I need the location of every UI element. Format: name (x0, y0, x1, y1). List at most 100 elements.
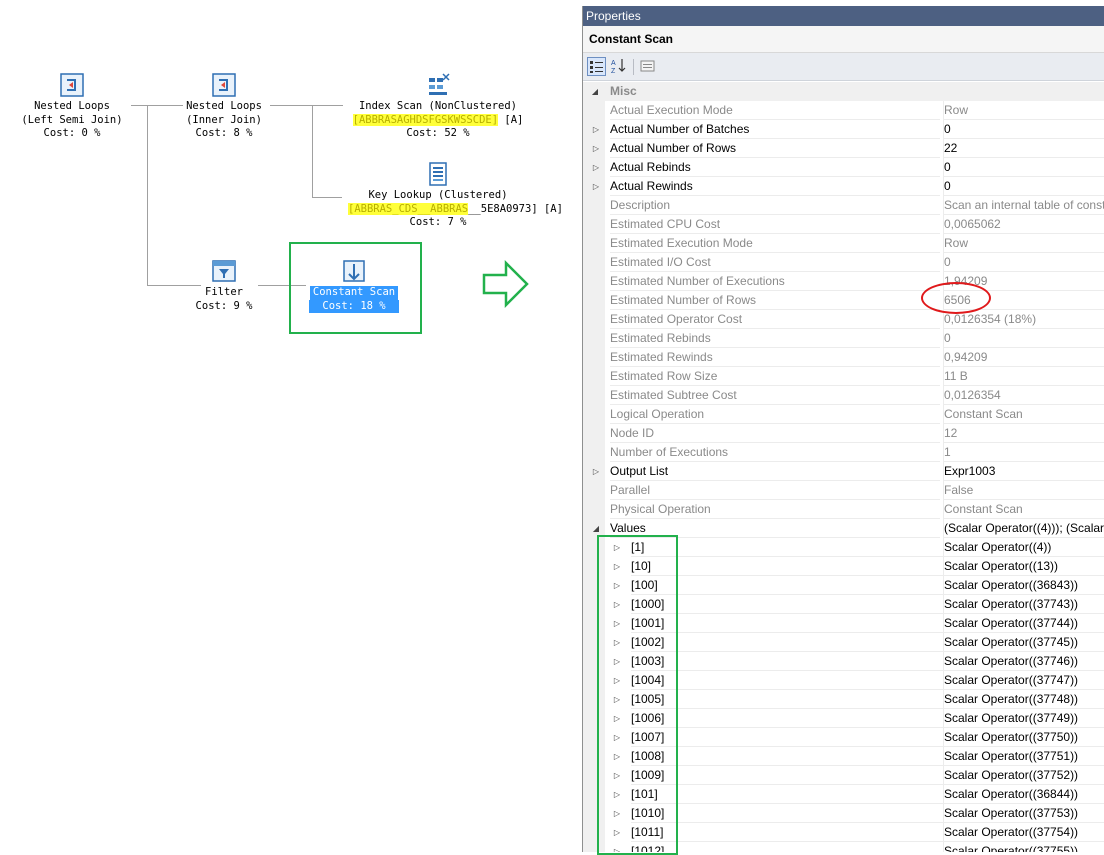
property-value[interactable]: 0,0126354 (943, 386, 1104, 405)
property-value[interactable]: 12 (943, 424, 1104, 443)
property-value[interactable]: 0 (943, 158, 1104, 177)
property-row[interactable]: Actual Execution Mode Row (583, 101, 1104, 120)
node-object: [ABBRASAGHDSFGSKWSSCDE] [A] (348, 113, 528, 128)
category-misc[interactable]: ◢ Misc (583, 82, 1104, 101)
property-value[interactable]: 0 (943, 177, 1104, 196)
property-value[interactable]: Row (943, 234, 1104, 253)
property-value[interactable]: Scalar Operator((37755)) (943, 842, 1104, 852)
property-value[interactable]: 1 (943, 443, 1104, 462)
categorized-icon (590, 61, 603, 73)
property-name: Estimated Operator Cost (610, 310, 940, 329)
property-value[interactable]: Scan an internal table of constants. (943, 196, 1104, 215)
property-name: [1001] (631, 614, 961, 633)
property-value[interactable]: False (943, 481, 1104, 500)
row-gutter (583, 405, 605, 424)
property-row[interactable]: Estimated Execution Mode Row (583, 234, 1104, 253)
plan-node-nested-loops-inner[interactable]: Nested Loops (Inner Join) Cost: 8 % (134, 72, 314, 141)
property-row[interactable]: Estimated Row Size 11 B (583, 367, 1104, 386)
row-gutter (583, 196, 605, 215)
property-row[interactable]: Estimated Subtree Cost 0,0126354 (583, 386, 1104, 405)
property-row[interactable]: Node ID 12 (583, 424, 1104, 443)
expand-icon[interactable]: ▷ (591, 120, 601, 139)
property-row[interactable]: Estimated CPU Cost 0,0065062 (583, 215, 1104, 234)
properties-title-bar[interactable]: Properties (583, 6, 1104, 26)
selected-object-name[interactable]: Constant Scan (583, 26, 1104, 53)
expand-icon[interactable]: ▷ (591, 158, 601, 177)
expand-icon[interactable]: ▷ (591, 139, 601, 158)
alphabetical-button[interactable]: A Z (610, 57, 629, 76)
properties-toolbar: A Z (583, 53, 1104, 81)
property-row[interactable]: Logical Operation Constant Scan (583, 405, 1104, 424)
property-value[interactable]: 0 (943, 253, 1104, 272)
property-name: Physical Operation (610, 500, 940, 519)
property-name: [1002] (631, 633, 961, 652)
property-row[interactable]: Estimated Number of Executions 1,94209 (583, 272, 1104, 291)
property-value[interactable]: 22 (943, 139, 1104, 158)
categorized-button[interactable] (587, 57, 606, 76)
property-value[interactable]: Scalar Operator((37747)) (943, 671, 1104, 690)
property-name: Description (610, 196, 940, 215)
property-row[interactable]: Estimated Number of Rows 6506 (583, 291, 1104, 310)
property-row[interactable]: Description Scan an internal table of con… (583, 196, 1104, 215)
property-value[interactable]: Expr1003 (943, 462, 1104, 481)
property-value[interactable]: Scalar Operator((37749)) (943, 709, 1104, 728)
property-value[interactable]: Scalar Operator((36844)) (943, 785, 1104, 804)
row-gutter (583, 500, 605, 519)
property-row[interactable]: Estimated Rebinds 0 (583, 329, 1104, 348)
plan-node-key-lookup[interactable]: Key Lookup (Clustered) [ABBRAS_CDS__ABBR… (348, 161, 563, 230)
property-value[interactable]: 0 (943, 329, 1104, 348)
property-value[interactable]: Scalar Operator((37754)) (943, 823, 1104, 842)
property-row[interactable]: ▷ Output List Expr1003 (583, 462, 1104, 481)
property-name: Parallel (610, 481, 940, 500)
property-row[interactable]: Estimated Rewinds 0,94209 (583, 348, 1104, 367)
property-name: Estimated Row Size (610, 367, 940, 386)
property-value[interactable]: Scalar Operator((37753)) (943, 804, 1104, 823)
property-row[interactable]: Parallel False (583, 481, 1104, 500)
nested-loops-icon (212, 73, 236, 97)
property-value[interactable]: Scalar Operator((37743)) (943, 595, 1104, 614)
property-value[interactable]: (Scalar Operator((4))); (Scalar Operator… (943, 519, 1104, 538)
property-row[interactable]: ▷ Actual Rewinds 0 (583, 177, 1104, 196)
property-value[interactable]: Scalar Operator((37746)) (943, 652, 1104, 671)
node-cost: Cost: 52 % (406, 127, 470, 139)
redacted-object-name: [ABBRASAGHDSFGSKWSSCDE] (352, 113, 499, 126)
expand-icon[interactable]: ▷ (591, 462, 601, 481)
property-name: Output List (610, 462, 940, 481)
plan-node-index-scan[interactable]: Index Scan (NonClustered) [ABBRASAGHDSFG… (348, 72, 528, 141)
property-value[interactable]: Scalar Operator((4)) (943, 538, 1104, 557)
collapse-icon[interactable]: ◢ (590, 82, 600, 101)
row-gutter (583, 348, 605, 367)
expand-icon[interactable]: ▷ (591, 177, 601, 196)
property-row[interactable]: ▷ Actual Number of Rows 22 (583, 139, 1104, 158)
property-name: Estimated Number of Executions (610, 272, 940, 291)
property-row[interactable]: Physical Operation Constant Scan (583, 500, 1104, 519)
row-gutter (583, 215, 605, 234)
property-value[interactable]: Scalar Operator((37750)) (943, 728, 1104, 747)
node-cost: Cost: 8 % (195, 127, 253, 139)
property-value[interactable]: 0 (943, 120, 1104, 139)
property-value[interactable]: Scalar Operator((37748)) (943, 690, 1104, 709)
property-row[interactable]: ▷ Actual Rebinds 0 (583, 158, 1104, 177)
property-value[interactable]: Row (943, 101, 1104, 120)
property-value[interactable]: Scalar Operator((37745)) (943, 633, 1104, 652)
property-name: [1005] (631, 690, 961, 709)
row-gutter (583, 481, 605, 500)
property-value[interactable]: Scalar Operator((13)) (943, 557, 1104, 576)
property-row[interactable]: Number of Executions 1 (583, 443, 1104, 462)
property-row[interactable]: Estimated I/O Cost 0 (583, 253, 1104, 272)
property-value[interactable]: Constant Scan (943, 405, 1104, 424)
property-value[interactable]: 0,94209 (943, 348, 1104, 367)
property-value[interactable]: Constant Scan (943, 500, 1104, 519)
property-value[interactable]: Scalar Operator((36843)) (943, 576, 1104, 595)
property-name: Node ID (610, 424, 940, 443)
property-value[interactable]: Scalar Operator((37751)) (943, 747, 1104, 766)
property-value[interactable]: 0,0065062 (943, 215, 1104, 234)
property-row[interactable]: Estimated Operator Cost 0,0126354 (18%) (583, 310, 1104, 329)
property-row[interactable]: ▷ Actual Number of Batches 0 (583, 120, 1104, 139)
toolbar-separator (633, 59, 634, 75)
property-value[interactable]: Scalar Operator((37752)) (943, 766, 1104, 785)
property-value[interactable]: 11 B (943, 367, 1104, 386)
property-pages-button[interactable] (639, 57, 658, 76)
property-value[interactable]: Scalar Operator((37744)) (943, 614, 1104, 633)
property-name: [1003] (631, 652, 961, 671)
